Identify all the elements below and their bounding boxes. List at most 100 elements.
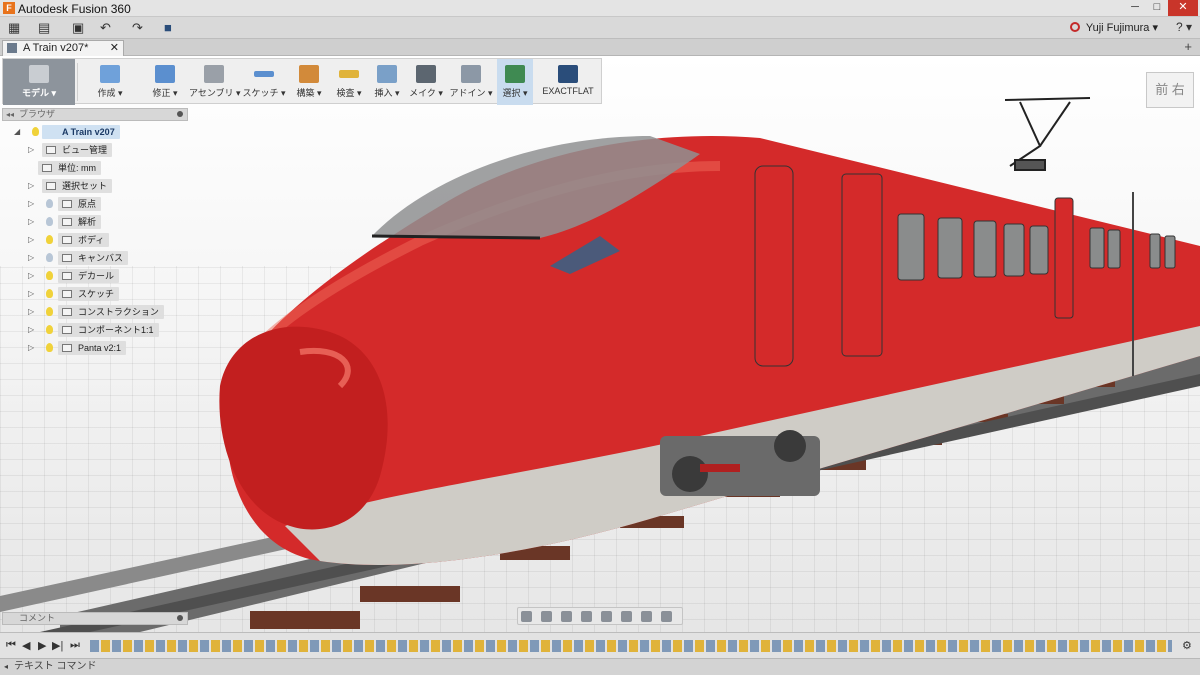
minimize-button[interactable]: ─: [1124, 0, 1146, 16]
record-icon[interactable]: [1070, 22, 1080, 32]
create-box-icon: [100, 65, 120, 83]
insert-menu-button[interactable]: 挿入 ▾: [369, 59, 405, 105]
comments-panel-header[interactable]: コメント: [2, 612, 188, 625]
construct-plane-icon: [299, 65, 319, 83]
timeline-first-button[interactable]: ⏮: [6, 639, 16, 652]
visibility-bulb-icon[interactable]: [46, 307, 53, 316]
addins-menu-button[interactable]: アドイン ▾: [447, 59, 495, 105]
pantograph: [1004, 97, 1091, 171]
addins-menu-label: アドイン ▾: [449, 88, 493, 98]
modify-menu-button[interactable]: 修正 ▾: [143, 59, 187, 105]
create-menu-button[interactable]: 作成 ▾: [81, 59, 139, 105]
assemble-menu-button[interactable]: アセンブリ ▾: [189, 59, 241, 105]
browser-panel-header[interactable]: ◂◂ ブラウザ: [2, 108, 188, 121]
workspace-model-button[interactable]: モデル ▾: [3, 59, 75, 105]
tree-item-origin[interactable]: ▷ 原点: [0, 197, 190, 211]
tree-item-decals[interactable]: ▷ デカール: [0, 269, 190, 283]
modify-icon: [155, 65, 175, 83]
grid-settings-icon[interactable]: [641, 611, 653, 622]
visibility-bulb-icon[interactable]: [46, 217, 53, 226]
tree-item-construction[interactable]: ▷ コンストラクション: [0, 305, 190, 319]
make-printer-icon: [416, 65, 436, 83]
model-workspace-icon: [29, 65, 49, 83]
make-menu-button[interactable]: メイク ▾: [407, 59, 445, 105]
timeline-last-button[interactable]: ⏭: [70, 639, 80, 652]
timeline-play-button[interactable]: ▶: [38, 639, 46, 652]
data-panel-grid-icon[interactable]: ▦: [8, 20, 20, 36]
train-body[interactable]: [219, 136, 1200, 565]
workspace-model-label: モデル ▾: [21, 88, 57, 98]
tree-root-node[interactable]: ◢ A Train v207: [0, 125, 190, 139]
timeline-settings-icon[interactable]: ⚙: [1182, 639, 1192, 652]
tree-item-panta[interactable]: ▷ Panta v2:1: [0, 341, 190, 355]
tree-item-sketches[interactable]: ▷ スケッチ: [0, 287, 190, 301]
construct-menu-label: 構築 ▾: [296, 88, 322, 98]
display-settings-icon[interactable]: [621, 611, 633, 622]
help-menu[interactable]: ? ▾: [1176, 20, 1192, 34]
exactflat-icon: [558, 65, 578, 83]
timeline-prev-button[interactable]: ◀: [22, 639, 30, 652]
document-tab[interactable]: A Train v207* ✕: [2, 40, 124, 56]
pan-icon[interactable]: [561, 611, 573, 622]
close-button[interactable]: ✕: [1168, 0, 1198, 16]
new-tab-button[interactable]: +: [1184, 39, 1192, 54]
tree-item-units[interactable]: 単位: mm: [0, 161, 190, 175]
exactflat-button[interactable]: EXACTFLAT: [537, 59, 599, 105]
construct-menu-button[interactable]: 構築 ▾: [289, 59, 329, 105]
collapse-browser-icon[interactable]: ◂◂: [6, 109, 14, 120]
tree-item-canvases[interactable]: ▷ キャンバス: [0, 251, 190, 265]
canvas-viewport[interactable]: モデル ▾ 作成 ▾ 修正 ▾ アセンブリ ▾ スケッチ ▾ 構築 ▾ 検査 ▾: [0, 56, 1200, 632]
text-command-bar[interactable]: ◂ テキスト コマンド: [0, 658, 1200, 675]
visibility-bulb-icon[interactable]: [46, 343, 53, 352]
visibility-bulb-icon[interactable]: [46, 325, 53, 334]
close-tab-icon[interactable]: ✕: [110, 41, 119, 55]
zoom-icon[interactable]: [581, 611, 593, 622]
tree-item-analysis[interactable]: ▷ 解析: [0, 215, 190, 229]
visibility-bulb-icon[interactable]: [46, 235, 53, 244]
select-menu-button[interactable]: 選択 ▾: [497, 59, 533, 105]
viewports-icon[interactable]: [661, 611, 673, 622]
visibility-bulb-icon[interactable]: [32, 127, 39, 136]
inspect-measure-icon: [339, 70, 359, 78]
folder-icon: [62, 200, 72, 208]
tree-item-selection-sets[interactable]: ▷ 選択セット: [0, 179, 190, 193]
maximize-button[interactable]: □: [1146, 0, 1168, 16]
folder-icon: [62, 218, 72, 226]
look-at-icon[interactable]: [541, 611, 553, 622]
tree-item-view-management[interactable]: ▷ ビュー管理: [0, 143, 190, 157]
timeline-next-button[interactable]: ▶|: [52, 639, 63, 652]
visibility-bulb-icon[interactable]: [46, 199, 53, 208]
inspect-menu-button[interactable]: 検査 ▾: [331, 59, 367, 105]
modify-menu-label: 修正 ▾: [152, 88, 178, 98]
folder-icon: [62, 236, 72, 244]
expand-triangle-icon[interactable]: ◢: [14, 125, 20, 139]
navigation-toolbar: [517, 607, 683, 625]
comments-pin-icon[interactable]: [177, 615, 183, 621]
visibility-bulb-icon[interactable]: [46, 271, 53, 280]
undo-icon[interactable]: ↶: [100, 20, 111, 36]
document-tab-bar: A Train v207* ✕ +: [0, 39, 1200, 56]
visibility-bulb-icon[interactable]: [46, 289, 53, 298]
tree-item-bodies[interactable]: ▷ ボディ: [0, 233, 190, 247]
tree-item-label: コンポーネント1:1: [58, 323, 159, 337]
tree-item-component[interactable]: ▷ コンポーネント1:1: [0, 323, 190, 337]
timeline: ⏮ ◀ ▶ ▶| ⏭ ⚙: [0, 632, 1200, 658]
redo-icon[interactable]: ↷: [132, 20, 143, 36]
orbit-icon[interactable]: [521, 611, 532, 622]
visibility-bulb-icon[interactable]: [46, 253, 53, 262]
sketch-menu-button[interactable]: スケッチ ▾: [241, 59, 287, 105]
window-title: Autodesk Fusion 360: [18, 2, 131, 16]
title-bar: F Autodesk Fusion 360 ─ □ ✕: [0, 0, 1200, 17]
insert-menu-label: 挿入 ▾: [374, 88, 400, 98]
timeline-feature-track[interactable]: [90, 640, 1172, 652]
file-menu-icon[interactable]: ▤: [38, 20, 50, 36]
stop-icon[interactable]: ■: [164, 20, 172, 36]
save-icon[interactable]: ▣: [72, 20, 84, 36]
user-menu[interactable]: Yuji Fujimura ▾: [1086, 21, 1158, 34]
fit-icon[interactable]: [601, 611, 613, 622]
view-cube[interactable]: 前 右: [1146, 72, 1194, 108]
sketch-icon: [254, 71, 274, 77]
browser-pin-icon[interactable]: [177, 111, 183, 117]
expand-command-icon[interactable]: ◂: [4, 659, 8, 675]
document-icon: [42, 164, 52, 172]
